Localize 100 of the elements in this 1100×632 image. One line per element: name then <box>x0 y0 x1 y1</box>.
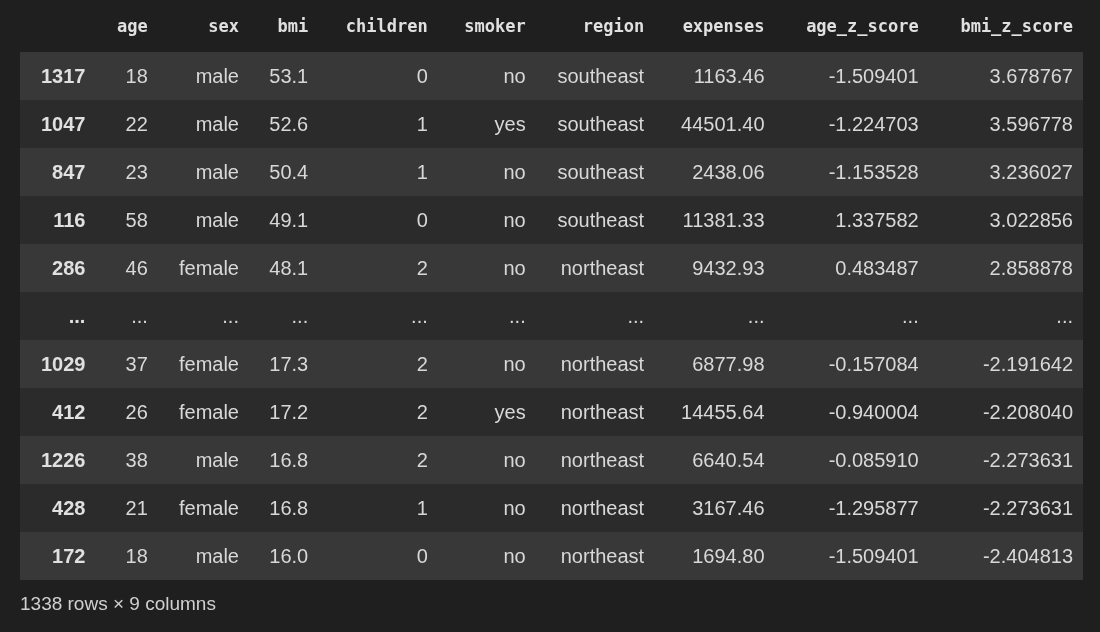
table-cell: 0.483487 <box>774 244 929 292</box>
table-cell: 3.236027 <box>928 148 1083 196</box>
column-header: age <box>95 0 158 52</box>
table-cell: 22 <box>95 100 158 148</box>
table-cell: ... <box>535 292 655 340</box>
table-cell: 11381.33 <box>654 196 775 244</box>
table-cell: southeast <box>535 196 655 244</box>
table-summary: 1338 rows × 9 columns <box>20 593 217 615</box>
table-cell: no <box>437 484 536 532</box>
row-index: 172 <box>20 532 96 580</box>
table-cell: 9432.93 <box>654 244 775 292</box>
table-cell: 21 <box>95 484 158 532</box>
table-cell: female <box>157 244 249 292</box>
table-cell: ... <box>249 292 319 340</box>
table-cell: 14455.64 <box>654 388 775 436</box>
table-cell: -1.509401 <box>774 532 929 580</box>
table-cell: 16.8 <box>249 484 319 532</box>
table-cell: -2.273631 <box>928 436 1083 484</box>
table-cell: male <box>157 532 249 580</box>
table-cell: -0.157084 <box>774 340 929 388</box>
table-cell: 17.3 <box>249 340 319 388</box>
table-cell: southeast <box>535 52 655 100</box>
table-cell: 1.337582 <box>774 196 929 244</box>
table-cell: yes <box>437 100 536 148</box>
table-cell: 50.4 <box>249 148 319 196</box>
table-cell: northeast <box>535 436 655 484</box>
table-cell: ... <box>437 292 536 340</box>
table-cell: 0 <box>318 532 438 580</box>
table-cell: -2.191642 <box>928 340 1083 388</box>
table-cell: 46 <box>95 244 158 292</box>
table-cell: southeast <box>535 148 655 196</box>
table-cell: 6877.98 <box>654 340 775 388</box>
table-cell: 48.1 <box>249 244 319 292</box>
column-header: bmi <box>249 0 319 52</box>
row-index: 1029 <box>20 340 96 388</box>
table-cell: no <box>437 52 536 100</box>
table-cell: 16.0 <box>249 532 319 580</box>
table-cell: 53.1 <box>249 52 319 100</box>
table-cell: northeast <box>535 484 655 532</box>
table-cell: no <box>437 244 536 292</box>
table-cell: 18 <box>95 532 158 580</box>
table-cell: male <box>157 52 249 100</box>
table-cell: -1.153528 <box>774 148 929 196</box>
table-cell: ... <box>774 292 929 340</box>
row-index: 286 <box>20 244 96 292</box>
table-cell: -1.224703 <box>774 100 929 148</box>
table-cell: 3.022856 <box>928 196 1083 244</box>
row-index: 1226 <box>20 436 96 484</box>
column-header: expenses <box>654 0 775 52</box>
table-cell: male <box>157 148 249 196</box>
table-cell: yes <box>437 388 536 436</box>
table-cell: 23 <box>95 148 158 196</box>
column-header: bmi_z_score <box>928 0 1083 52</box>
table-cell: female <box>157 388 249 436</box>
table-cell: 2.858878 <box>928 244 1083 292</box>
table-cell: 3.678767 <box>928 52 1083 100</box>
column-header: region <box>535 0 655 52</box>
table-cell: 17.2 <box>249 388 319 436</box>
table-cell: -0.940004 <box>774 388 929 436</box>
table-cell: -2.404813 <box>928 532 1083 580</box>
table-cell: ... <box>318 292 438 340</box>
table-cell: 3167.46 <box>654 484 775 532</box>
column-header: smoker <box>437 0 536 52</box>
table-cell: northeast <box>535 244 655 292</box>
table-cell: 3.596778 <box>928 100 1083 148</box>
row-index: 116 <box>20 196 96 244</box>
table-cell: ... <box>95 292 158 340</box>
table-cell: ... <box>654 292 775 340</box>
table-cell: 37 <box>95 340 158 388</box>
table-cell: 18 <box>95 52 158 100</box>
table-cell: 0 <box>318 196 438 244</box>
table-cell: 52.6 <box>249 100 319 148</box>
table-cell: no <box>437 148 536 196</box>
table-cell: 44501.40 <box>654 100 775 148</box>
table-cell: male <box>157 100 249 148</box>
table-cell: 1 <box>318 484 438 532</box>
table-cell: 0 <box>318 52 438 100</box>
table-cell: ... <box>928 292 1083 340</box>
table-cell: female <box>157 340 249 388</box>
table-cell: 6640.54 <box>654 436 775 484</box>
column-header: sex <box>157 0 249 52</box>
row-index: 847 <box>20 148 96 196</box>
table-cell: -2.208040 <box>928 388 1083 436</box>
table-cell: 1163.46 <box>654 52 775 100</box>
table-cell: 1 <box>318 148 438 196</box>
table-cell: no <box>437 340 536 388</box>
table-cell: northeast <box>535 532 655 580</box>
row-index: 1317 <box>20 52 96 100</box>
table-cell: male <box>157 436 249 484</box>
table-cell: 2 <box>318 244 438 292</box>
table-cell: -0.085910 <box>774 436 929 484</box>
table-cell: no <box>437 196 536 244</box>
table-cell: male <box>157 196 249 244</box>
row-index: 428 <box>20 484 96 532</box>
table-cell: 2 <box>318 436 438 484</box>
table-cell: northeast <box>535 388 655 436</box>
table-cell: no <box>437 532 536 580</box>
table-cell: 58 <box>95 196 158 244</box>
table-cell: 38 <box>95 436 158 484</box>
table-cell: 1 <box>318 100 438 148</box>
